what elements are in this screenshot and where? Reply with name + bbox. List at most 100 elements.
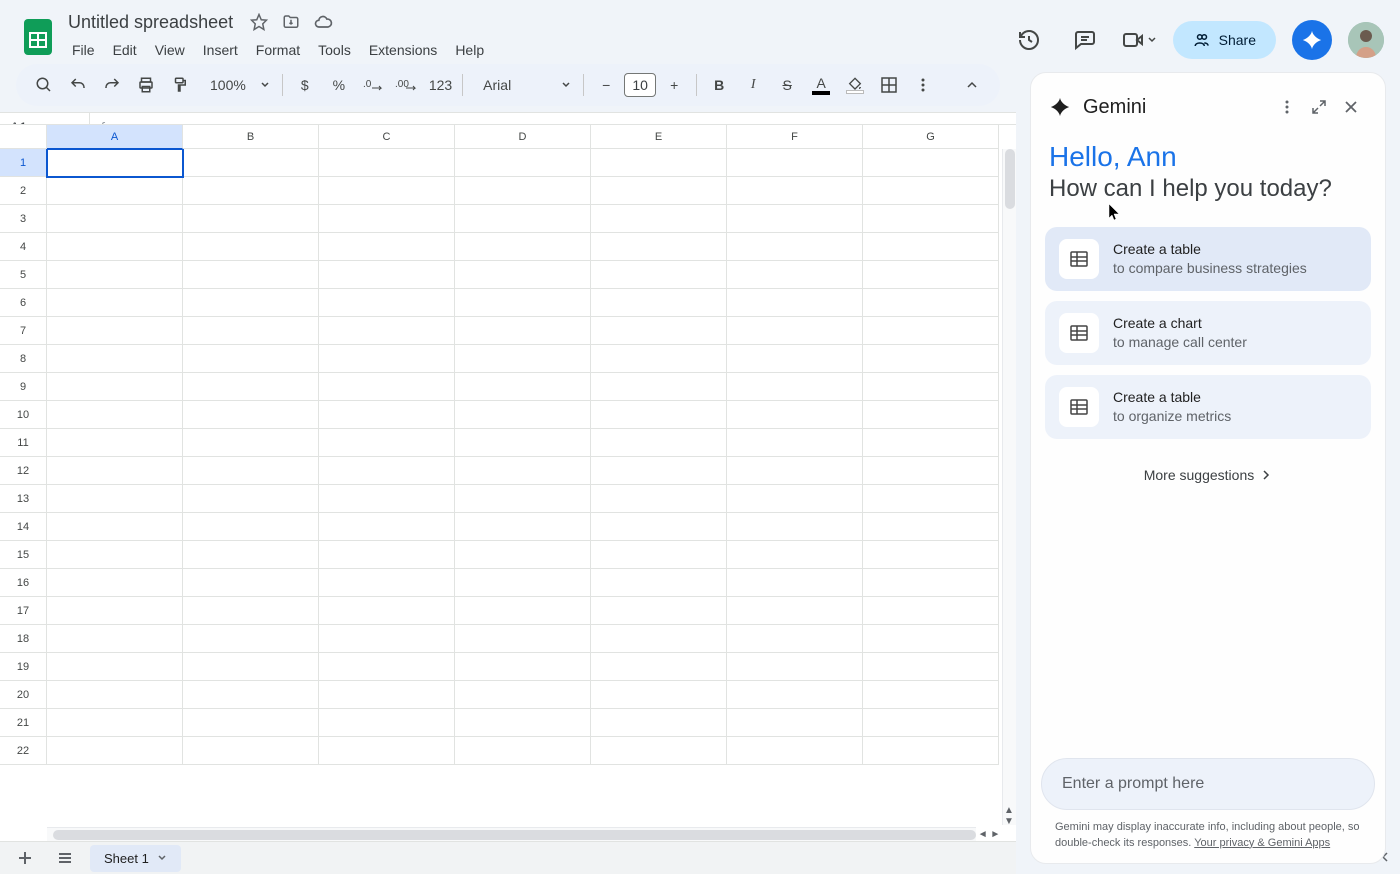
cell[interactable]: [319, 345, 455, 373]
cell[interactable]: [863, 149, 999, 177]
cell[interactable]: [47, 569, 183, 597]
cell[interactable]: [727, 317, 863, 345]
cell[interactable]: [591, 205, 727, 233]
horizontal-scroll-arrows[interactable]: ◄ ►: [976, 827, 1002, 841]
cell[interactable]: [319, 401, 455, 429]
more-toolbar-button[interactable]: [907, 69, 939, 101]
cell[interactable]: [591, 709, 727, 737]
row-header[interactable]: 12: [0, 457, 47, 485]
cell[interactable]: [863, 709, 999, 737]
cell[interactable]: [319, 457, 455, 485]
cell[interactable]: [727, 485, 863, 513]
cell[interactable]: [591, 177, 727, 205]
cell[interactable]: [455, 373, 591, 401]
cell[interactable]: [591, 569, 727, 597]
cell[interactable]: [727, 457, 863, 485]
cell[interactable]: [455, 457, 591, 485]
cell[interactable]: [727, 205, 863, 233]
cell[interactable]: [319, 485, 455, 513]
star-icon[interactable]: [249, 12, 269, 32]
suggestion-card[interactable]: Create a tableto compare business strate…: [1045, 227, 1371, 291]
cell[interactable]: [183, 401, 319, 429]
cell[interactable]: [455, 429, 591, 457]
more-suggestions-button[interactable]: More suggestions: [1045, 449, 1371, 501]
collapse-toolbar-button[interactable]: [956, 69, 988, 101]
cell[interactable]: [727, 261, 863, 289]
cell[interactable]: [727, 681, 863, 709]
cell[interactable]: [863, 653, 999, 681]
cell[interactable]: [455, 317, 591, 345]
cell[interactable]: [863, 597, 999, 625]
cell[interactable]: [47, 709, 183, 737]
cell[interactable]: [863, 261, 999, 289]
cell[interactable]: [319, 205, 455, 233]
cell[interactable]: [727, 709, 863, 737]
column-header[interactable]: E: [591, 125, 727, 149]
move-folder-icon[interactable]: [281, 12, 301, 32]
cell[interactable]: [591, 401, 727, 429]
history-icon[interactable]: [1009, 20, 1049, 60]
all-sheets-button[interactable]: [50, 843, 80, 873]
cell[interactable]: [455, 289, 591, 317]
row-header[interactable]: 7: [0, 317, 47, 345]
cell[interactable]: [183, 625, 319, 653]
cell[interactable]: [47, 737, 183, 765]
cell[interactable]: [863, 541, 999, 569]
cell[interactable]: [183, 569, 319, 597]
cell[interactable]: [455, 709, 591, 737]
currency-button[interactable]: $: [289, 69, 321, 101]
menu-help[interactable]: Help: [447, 38, 492, 62]
cell[interactable]: [591, 513, 727, 541]
row-header[interactable]: 11: [0, 429, 47, 457]
cell[interactable]: [47, 345, 183, 373]
cell[interactable]: [183, 485, 319, 513]
cell[interactable]: [47, 681, 183, 709]
row-header[interactable]: 10: [0, 401, 47, 429]
cell[interactable]: [727, 373, 863, 401]
cell[interactable]: [47, 289, 183, 317]
cell[interactable]: [47, 485, 183, 513]
text-color-button[interactable]: A: [805, 69, 837, 101]
cell[interactable]: [47, 401, 183, 429]
cell[interactable]: [591, 261, 727, 289]
percent-button[interactable]: %: [323, 69, 355, 101]
cell[interactable]: [183, 261, 319, 289]
cell[interactable]: [863, 429, 999, 457]
spreadsheet-grid[interactable]: ABCDEFG 12345678910111213141516171819202…: [0, 124, 1016, 841]
cell[interactable]: [455, 261, 591, 289]
cell[interactable]: [319, 149, 455, 177]
column-header[interactable]: A: [47, 125, 183, 149]
cell[interactable]: [319, 513, 455, 541]
menu-file[interactable]: File: [64, 38, 103, 62]
cell[interactable]: [727, 289, 863, 317]
row-header[interactable]: 18: [0, 625, 47, 653]
privacy-link[interactable]: Your privacy & Gemini Apps: [1194, 837, 1330, 849]
sheet-tab[interactable]: Sheet 1: [90, 845, 181, 872]
cell[interactable]: [863, 373, 999, 401]
strikethrough-button[interactable]: S: [771, 69, 803, 101]
suggestion-card[interactable]: Create a tableto organize metrics: [1045, 375, 1371, 439]
cell[interactable]: [863, 289, 999, 317]
decrease-fontsize-button[interactable]: −: [590, 69, 622, 101]
cell[interactable]: [455, 737, 591, 765]
cell[interactable]: [183, 541, 319, 569]
cell[interactable]: [455, 177, 591, 205]
cell[interactable]: [727, 177, 863, 205]
cell[interactable]: [47, 177, 183, 205]
cell[interactable]: [727, 737, 863, 765]
cell[interactable]: [319, 429, 455, 457]
increase-fontsize-button[interactable]: +: [658, 69, 690, 101]
cell[interactable]: [727, 653, 863, 681]
cell[interactable]: [863, 401, 999, 429]
cell[interactable]: [727, 597, 863, 625]
cell[interactable]: [863, 569, 999, 597]
cell[interactable]: [455, 345, 591, 373]
row-header[interactable]: 8: [0, 345, 47, 373]
doc-title[interactable]: Untitled spreadsheet: [64, 12, 237, 33]
cell[interactable]: [455, 485, 591, 513]
cell[interactable]: [727, 569, 863, 597]
cell[interactable]: [183, 457, 319, 485]
column-header[interactable]: D: [455, 125, 591, 149]
gemini-expand-icon[interactable]: [1303, 91, 1335, 123]
menu-tools[interactable]: Tools: [310, 38, 359, 62]
